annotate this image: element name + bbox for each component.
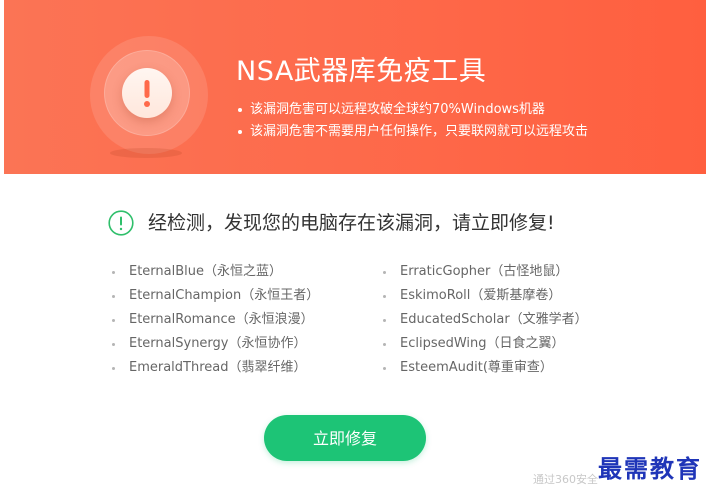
list-item: EternalRomance（永恒浪漫） [112, 308, 319, 332]
list-item: EsteemAudit(尊重审查） [383, 356, 588, 380]
list-item: EternalBlue（永恒之蓝） [112, 260, 319, 284]
list-item: EclipsedWing（日食之翼） [383, 332, 588, 356]
risk-point: 该漏洞危害可以远程攻破全球约70%Windows机器 [236, 99, 588, 121]
vulnerability-name: EternalBlue（永恒之蓝） [129, 264, 283, 279]
bullet-dot [383, 319, 386, 322]
bullet-dot [112, 319, 115, 322]
vulnerability-name: EternalRomance（永恒浪漫） [129, 312, 314, 327]
bullet-dot [112, 271, 115, 274]
vulnerability-name: EsteemAudit(尊重审查） [400, 360, 553, 375]
banner-alert-badge [104, 50, 190, 136]
bullet-dot [112, 367, 115, 370]
bullet-dot [112, 295, 115, 298]
vulnerability-name: EclipsedWing（日食之翼） [400, 336, 565, 351]
bullet-dot [383, 343, 386, 346]
vulnerability-name: EskimoRoll（爱斯基摩卷） [400, 288, 562, 303]
bullet-dot [383, 295, 386, 298]
vulnerability-list-left: EternalBlue（永恒之蓝） EternalChampion（永恒王者） … [112, 260, 319, 380]
vulnerability-name: EternalChampion（永恒王者） [129, 288, 320, 303]
warning-banner: NSA武器库免疫工具 该漏洞危害可以远程攻破全球约70%Windows机器 该漏… [4, 0, 706, 174]
list-item: EternalChampion（永恒王者） [112, 284, 319, 308]
list-item: EducatedScholar（文雅学者） [383, 308, 588, 332]
vulnerability-name: EducatedScholar（文雅学者） [400, 312, 588, 327]
immunity-tool-window: NSA武器库免疫工具 该漏洞危害可以远程攻破全球约70%Windows机器 该漏… [0, 0, 719, 502]
list-item: EskimoRoll（爱斯基摩卷） [383, 284, 588, 308]
risk-point: 该漏洞危害不需要用户任何操作，只要联网就可以远程攻击 [236, 121, 588, 143]
bullet-dot [383, 367, 386, 370]
detection-message: 经检测，发现您的电脑存在该漏洞，请立即修复! [148, 212, 555, 234]
watermark: 最需教育 [598, 454, 702, 483]
bullet-dot [112, 343, 115, 346]
list-item: EmeraldThread（翡翠纤维） [112, 356, 319, 380]
vulnerability-name: EmeraldThread（翡翠纤维） [129, 360, 307, 375]
banner-icon-shadow [110, 148, 182, 158]
list-item: EternalSynergy（永恒协作） [112, 332, 319, 356]
fix-now-button[interactable]: 立即修复 [264, 415, 426, 461]
exclamation-alert-icon [122, 68, 172, 118]
vulnerability-name: EternalSynergy（永恒协作） [129, 336, 307, 351]
footer-note: 通过360安全 [533, 473, 598, 486]
list-item: ErraticGopher（古怪地鼠） [383, 260, 588, 284]
vulnerability-name: ErraticGopher（古怪地鼠） [400, 264, 569, 279]
risk-point-list: 该漏洞危害可以远程攻破全球约70%Windows机器 该漏洞危害不需要用户任何操… [236, 99, 588, 143]
bullet-dot [383, 271, 386, 274]
exclamation-circle-icon [108, 210, 134, 236]
vulnerability-list-right: ErraticGopher（古怪地鼠） EskimoRoll（爱斯基摩卷） Ed… [383, 260, 588, 380]
banner-title: NSA武器库免疫工具 [236, 56, 487, 87]
